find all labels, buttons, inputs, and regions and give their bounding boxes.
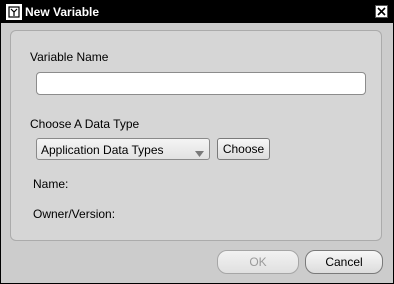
new-variable-dialog: New Variable Variable Name Choose A Data… <box>0 0 394 284</box>
variable-name-input[interactable] <box>36 72 366 95</box>
data-type-label: Choose A Data Type <box>30 117 140 131</box>
cancel-button[interactable]: Cancel <box>305 250 383 274</box>
form-panel: Variable Name Choose A Data Type Applica… <box>10 30 382 241</box>
choose-button[interactable]: Choose <box>217 138 270 160</box>
name-label: Name: <box>33 177 69 191</box>
app-logo-icon <box>6 4 22 20</box>
ok-button[interactable]: OK <box>217 250 299 274</box>
variable-name-label: Variable Name <box>30 50 109 64</box>
dropdown-arrow-icon <box>195 146 204 160</box>
data-type-selected-value: Application Data Types <box>41 143 164 157</box>
title-bar[interactable]: New Variable <box>1 1 393 23</box>
window-title: New Variable <box>25 5 100 19</box>
owner-version-label: Owner/Version: <box>33 207 116 221</box>
close-icon[interactable] <box>375 5 388 18</box>
data-type-select[interactable]: Application Data Types <box>36 138 210 160</box>
